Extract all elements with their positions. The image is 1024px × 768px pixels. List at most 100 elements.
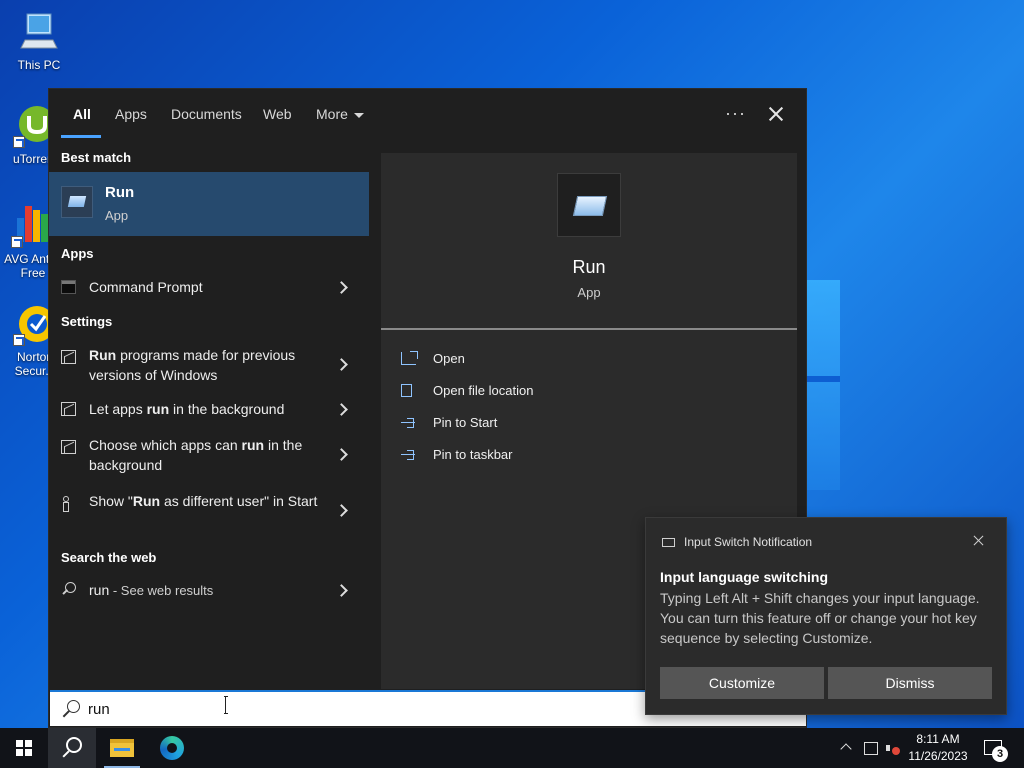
notification-title: Input language switching bbox=[660, 569, 828, 585]
keyboard-icon bbox=[662, 538, 675, 547]
detail-title: Run bbox=[572, 257, 606, 277]
input-switch-notification: Input Switch Notification Input language… bbox=[645, 517, 1007, 715]
section-apps: Apps bbox=[61, 246, 94, 261]
chevron-right-icon[interactable] bbox=[335, 448, 348, 461]
highlight-term: Run bbox=[89, 347, 117, 363]
detail-divider bbox=[381, 328, 797, 330]
compatibility-settings-icon bbox=[61, 350, 76, 364]
taskbar-clock[interactable]: 8:11 AM 11/26/2023 bbox=[902, 731, 974, 765]
desktop-icon-this-pc[interactable]: This PC bbox=[4, 10, 74, 72]
taskbar-search-button[interactable] bbox=[48, 728, 96, 768]
detail-subtitle: App bbox=[577, 285, 601, 300]
tab-more[interactable]: More bbox=[316, 106, 364, 122]
highlight-term: Run bbox=[132, 493, 161, 509]
run-app-icon bbox=[61, 186, 93, 218]
search-icon bbox=[61, 582, 76, 596]
text-cursor-icon bbox=[224, 696, 228, 714]
result-settings-background[interactable]: Let apps run in the background bbox=[49, 391, 369, 427]
background-apps-icon bbox=[61, 440, 76, 454]
search-tabs-header: All Apps Documents Web More ··· bbox=[49, 89, 806, 141]
pin-icon bbox=[401, 448, 416, 461]
tab-web[interactable]: Web bbox=[263, 106, 292, 122]
result-text: in the background bbox=[169, 401, 285, 417]
result-label: run - See web results bbox=[89, 580, 325, 601]
result-label: Run programs made for previous versions … bbox=[89, 345, 325, 385]
result-settings-choose-apps[interactable]: Choose which apps can run in the backgro… bbox=[49, 427, 369, 481]
section-settings: Settings bbox=[61, 314, 113, 329]
result-text: programs made for previous versions of W… bbox=[89, 347, 296, 383]
clock-time: 8:11 AM bbox=[916, 732, 960, 746]
chevron-right-icon[interactable] bbox=[335, 403, 348, 416]
windows-logo-icon bbox=[16, 740, 32, 756]
run-as-user-icon bbox=[61, 496, 76, 512]
start-button[interactable] bbox=[0, 728, 48, 768]
tab-all[interactable]: All bbox=[73, 106, 91, 122]
close-button[interactable] bbox=[765, 103, 787, 125]
chevron-right-icon[interactable] bbox=[335, 281, 348, 294]
customize-button[interactable]: Customize bbox=[660, 667, 824, 699]
web-suffix: - See web results bbox=[109, 583, 214, 598]
volume-muted-icon[interactable] bbox=[886, 742, 900, 755]
search-icon bbox=[62, 700, 80, 718]
result-web-search[interactable]: run - See web results bbox=[49, 572, 369, 608]
file-icon bbox=[401, 384, 412, 397]
network-icon[interactable] bbox=[864, 742, 878, 755]
taskbar-file-explorer[interactable] bbox=[98, 728, 146, 768]
chevron-right-icon[interactable] bbox=[335, 504, 348, 517]
close-icon[interactable] bbox=[972, 534, 986, 548]
notification-header: Input Switch Notification bbox=[684, 535, 813, 549]
best-match-run[interactable]: Run App bbox=[49, 172, 369, 236]
result-text: Let apps bbox=[89, 401, 147, 417]
tab-documents[interactable]: Documents bbox=[171, 106, 242, 122]
action-label: Pin to Start bbox=[433, 415, 498, 430]
dismiss-button[interactable]: Dismiss bbox=[828, 667, 992, 699]
shortcut-arrow-icon bbox=[11, 236, 23, 248]
shortcut-arrow-icon bbox=[13, 136, 25, 148]
result-label: Show "Run as different user" in Start bbox=[89, 491, 325, 511]
result-text: as different user" in Start bbox=[160, 493, 318, 509]
active-tab-indicator bbox=[61, 135, 101, 138]
best-match-subtitle: App bbox=[105, 208, 129, 223]
clock-date: 11/26/2023 bbox=[908, 749, 968, 763]
search-icon bbox=[62, 737, 82, 755]
tab-more-label: More bbox=[316, 106, 348, 122]
action-label: Open bbox=[433, 351, 465, 366]
notification-count-badge: 3 bbox=[992, 746, 1008, 762]
tab-apps[interactable]: Apps bbox=[115, 106, 147, 122]
folder-icon bbox=[110, 739, 134, 757]
more-options-button[interactable]: ··· bbox=[725, 103, 746, 124]
shortcut-arrow-icon bbox=[13, 334, 25, 346]
result-text: Show " bbox=[89, 493, 133, 509]
taskbar-edge[interactable] bbox=[148, 728, 196, 768]
result-settings-run-as-user[interactable]: Show "Run as different user" in Start bbox=[49, 483, 369, 537]
action-label: Open file location bbox=[433, 383, 534, 398]
search-input[interactable] bbox=[88, 698, 388, 720]
result-label: Choose which apps can run in the backgro… bbox=[89, 435, 325, 475]
caret-down-icon bbox=[353, 112, 364, 118]
chevron-right-icon[interactable] bbox=[335, 584, 348, 597]
open-icon bbox=[401, 351, 418, 365]
section-best-match: Best match bbox=[61, 150, 132, 165]
desktop-icon-label: This PC bbox=[17, 58, 61, 72]
result-label: Command Prompt bbox=[89, 279, 203, 295]
chevron-right-icon[interactable] bbox=[335, 358, 348, 371]
command-prompt-icon bbox=[61, 280, 76, 294]
edge-browser-icon bbox=[160, 736, 184, 760]
result-command-prompt[interactable]: Command Prompt bbox=[49, 269, 369, 305]
best-match-title: Run bbox=[105, 184, 135, 201]
computer-icon bbox=[17, 10, 61, 54]
web-query: run bbox=[89, 582, 110, 598]
highlight-term: run bbox=[241, 437, 265, 453]
taskbar: 8:11 AM 11/26/2023 3 bbox=[0, 728, 1024, 768]
section-search-web: Search the web bbox=[61, 550, 157, 565]
result-settings-compat[interactable]: Run programs made for previous versions … bbox=[49, 337, 369, 391]
results-column: Best match Run App Apps Command Prompt S… bbox=[49, 141, 369, 689]
pin-icon bbox=[401, 416, 416, 429]
result-label: Let apps run in the background bbox=[89, 399, 325, 419]
show-hidden-icons-chevron-up-icon[interactable] bbox=[840, 743, 852, 755]
background-apps-icon bbox=[61, 402, 76, 416]
notification-body: Typing Left Alt + Shift changes your inp… bbox=[660, 590, 980, 646]
run-app-large-icon bbox=[557, 173, 621, 237]
result-text: Choose which apps can bbox=[89, 437, 242, 453]
action-label: Pin to taskbar bbox=[433, 447, 513, 462]
